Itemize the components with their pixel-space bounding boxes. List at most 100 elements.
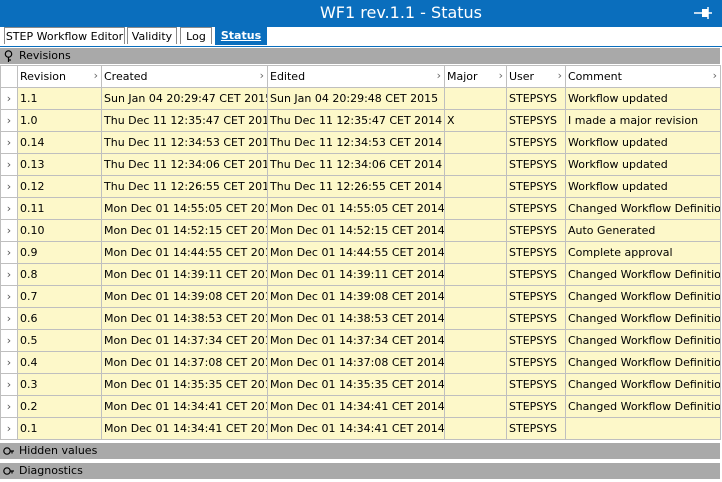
cell-created: Thu Dec 11 12:34:06 CET 2014 <box>101 153 268 176</box>
row-expand-chevron-right-icon[interactable]: › <box>0 153 18 176</box>
table-row[interactable]: › 0.2 Mon Dec 01 14:34:41 CET 2014 Mon Dec … <box>0 395 721 418</box>
table-row[interactable]: › 1.0 Thu Dec 11 12:35:47 CET 2014 Thu Dec … <box>0 109 721 132</box>
cell-user: STEPSYS <box>506 351 566 374</box>
cell-comment: I made a major revision <box>565 109 721 132</box>
cell-user: STEPSYS <box>506 263 566 286</box>
row-expand-chevron-right-icon[interactable]: › <box>0 373 18 396</box>
row-expand-chevron-right-icon[interactable]: › <box>0 219 18 242</box>
row-expand-chevron-right-icon[interactable]: › <box>0 307 18 330</box>
row-expand-chevron-right-icon[interactable]: › <box>0 87 18 110</box>
section-diagnostics[interactable]: Diagnostics <box>0 463 720 479</box>
chevron-right-icon[interactable]: › <box>713 69 717 82</box>
row-expand-chevron-right-icon[interactable]: › <box>0 351 18 374</box>
table-header-row: Revision › Created › Edited › Major › User › … <box>0 65 721 88</box>
cell-major <box>444 131 507 154</box>
row-expand-chevron-right-icon[interactable]: › <box>0 109 18 132</box>
cell-created: Mon Dec 01 14:55:05 CET 2014 <box>101 197 268 220</box>
table-row[interactable]: › 0.1 Mon Dec 01 14:34:41 CET 2014 Mon Dec … <box>0 417 721 440</box>
row-expand-chevron-right-icon[interactable]: › <box>0 329 18 352</box>
row-expand-chevron-right-icon[interactable]: › <box>0 241 18 264</box>
table-row[interactable]: › 1.1 Sun Jan 04 20:29:47 CET 2015 Sun Jan … <box>0 87 721 110</box>
row-expand-chevron-right-icon[interactable]: › <box>0 197 18 220</box>
cell-comment: Workflow updated <box>565 87 721 110</box>
cell-edited: Mon Dec 01 14:52:15 CET 2014 <box>267 219 445 242</box>
tab-validity[interactable]: Validity <box>127 27 177 44</box>
table-row[interactable]: › 0.9 Mon Dec 01 14:44:55 CET 2014 Mon Dec … <box>0 241 721 264</box>
column-header-label: Major <box>447 70 478 83</box>
table-row[interactable]: › 0.8 Mon Dec 01 14:39:11 CET 2014 Mon Dec … <box>0 263 721 286</box>
tab-step-workflow-editor[interactable]: STEP Workflow Editor <box>4 27 125 44</box>
cell-created: Mon Dec 01 14:52:15 CET 2014 <box>101 219 268 242</box>
cell-major <box>444 263 507 286</box>
column-header-edited[interactable]: Edited › <box>267 65 445 88</box>
column-header-label: Revision <box>20 70 66 83</box>
cell-user: STEPSYS <box>506 153 566 176</box>
section-revisions[interactable]: Revisions <box>0 48 720 64</box>
cell-revision: 0.13 <box>17 153 102 176</box>
cell-revision: 0.6 <box>17 307 102 330</box>
section-diagnostics-label: Diagnostics <box>19 464 83 477</box>
cell-revision: 0.7 <box>17 285 102 308</box>
cell-edited: Mon Dec 01 14:35:35 CET 2014 <box>267 373 445 396</box>
cell-major <box>444 197 507 220</box>
row-expand-chevron-right-icon[interactable]: › <box>0 175 18 198</box>
cell-created: Mon Dec 01 14:35:35 CET 2014 <box>101 373 268 396</box>
table-row[interactable]: › 0.13 Thu Dec 11 12:34:06 CET 2014 Thu Dec… <box>0 153 721 176</box>
cell-edited: Mon Dec 01 14:37:34 CET 2014 <box>267 329 445 352</box>
column-header-user[interactable]: User › <box>506 65 566 88</box>
cell-comment: Workflow updated <box>565 175 721 198</box>
cell-comment: Changed Workflow Definition <box>565 395 721 418</box>
column-header-created[interactable]: Created › <box>101 65 268 88</box>
cell-edited: Mon Dec 01 14:39:11 CET 2014 <box>267 263 445 286</box>
row-expand-chevron-right-icon[interactable]: › <box>0 131 18 154</box>
cell-created: Mon Dec 01 14:44:55 CET 2014 <box>101 241 268 264</box>
cell-major <box>444 395 507 418</box>
row-expand-chevron-right-icon[interactable]: › <box>0 417 18 440</box>
table-row[interactable]: › 0.10 Mon Dec 01 14:52:15 CET 2014 Mon Dec… <box>0 219 721 242</box>
tab-status[interactable]: Status <box>215 26 267 45</box>
cell-created: Thu Dec 11 12:26:55 CET 2014 <box>101 175 268 198</box>
table-row[interactable]: › 0.6 Mon Dec 01 14:38:53 CET 2014 Mon Dec … <box>0 307 721 330</box>
cell-revision: 1.1 <box>17 87 102 110</box>
cell-created: Mon Dec 01 14:37:34 CET 2014 <box>101 329 268 352</box>
cell-revision: 0.4 <box>17 351 102 374</box>
table-row[interactable]: › 0.4 Mon Dec 01 14:37:08 CET 2014 Mon Dec … <box>0 351 721 374</box>
column-header-comment[interactable]: Comment › <box>565 65 721 88</box>
section-hidden-values[interactable]: Hidden values <box>0 443 720 459</box>
cell-comment: Changed Workflow Definition <box>565 263 721 286</box>
cell-revision: 0.2 <box>17 395 102 418</box>
table-row[interactable]: › 0.7 Mon Dec 01 14:39:08 CET 2014 Mon Dec … <box>0 285 721 308</box>
column-header-revision[interactable]: Revision › <box>17 65 102 88</box>
cell-major <box>444 285 507 308</box>
tab-log[interactable]: Log <box>180 27 212 44</box>
table-row[interactable]: › 0.5 Mon Dec 01 14:37:34 CET 2014 Mon Dec … <box>0 329 721 352</box>
cell-edited: Mon Dec 01 14:34:41 CET 2014 <box>267 395 445 418</box>
chevron-right-icon[interactable]: › <box>437 69 441 82</box>
cell-comment: Changed Workflow Definition <box>565 197 721 220</box>
pin-icon[interactable] <box>694 6 712 20</box>
cell-user: STEPSYS <box>506 417 566 440</box>
table-row[interactable]: › 0.12 Thu Dec 11 12:26:55 CET 2014 Thu Dec… <box>0 175 721 198</box>
column-header-major[interactable]: Major › <box>444 65 507 88</box>
cell-created: Mon Dec 01 14:39:08 CET 2014 <box>101 285 268 308</box>
table-row[interactable]: › 0.11 Mon Dec 01 14:55:05 CET 2014 Mon Dec… <box>0 197 721 220</box>
chevron-right-icon[interactable]: › <box>558 69 562 82</box>
row-expand-chevron-right-icon[interactable]: › <box>0 395 18 418</box>
cell-major <box>444 241 507 264</box>
window-title: WF1 rev.1.1 - Status <box>319 3 483 22</box>
cell-edited: Mon Dec 01 14:38:53 CET 2014 <box>267 307 445 330</box>
cell-edited: Mon Dec 01 14:39:08 CET 2014 <box>267 285 445 308</box>
row-expand-chevron-right-icon[interactable]: › <box>0 263 18 286</box>
cell-created: Mon Dec 01 14:34:41 CET 2014 <box>101 395 268 418</box>
cell-created: Mon Dec 01 14:37:08 CET 2014 <box>101 351 268 374</box>
cell-revision: 0.1 <box>17 417 102 440</box>
cell-comment: Changed Workflow Definition <box>565 285 721 308</box>
chevron-right-icon[interactable]: › <box>260 69 264 82</box>
tab-strip: STEP Workflow Editor Validity Log Status <box>0 26 722 47</box>
table-row[interactable]: › 0.3 Mon Dec 01 14:35:35 CET 2014 Mon Dec … <box>0 373 721 396</box>
cell-edited: Thu Dec 11 12:34:06 CET 2014 <box>267 153 445 176</box>
row-expand-chevron-right-icon[interactable]: › <box>0 285 18 308</box>
chevron-right-icon[interactable]: › <box>94 69 98 82</box>
chevron-right-icon[interactable]: › <box>499 69 503 82</box>
table-row[interactable]: › 0.14 Thu Dec 11 12:34:53 CET 2014 Thu Dec… <box>0 131 721 154</box>
